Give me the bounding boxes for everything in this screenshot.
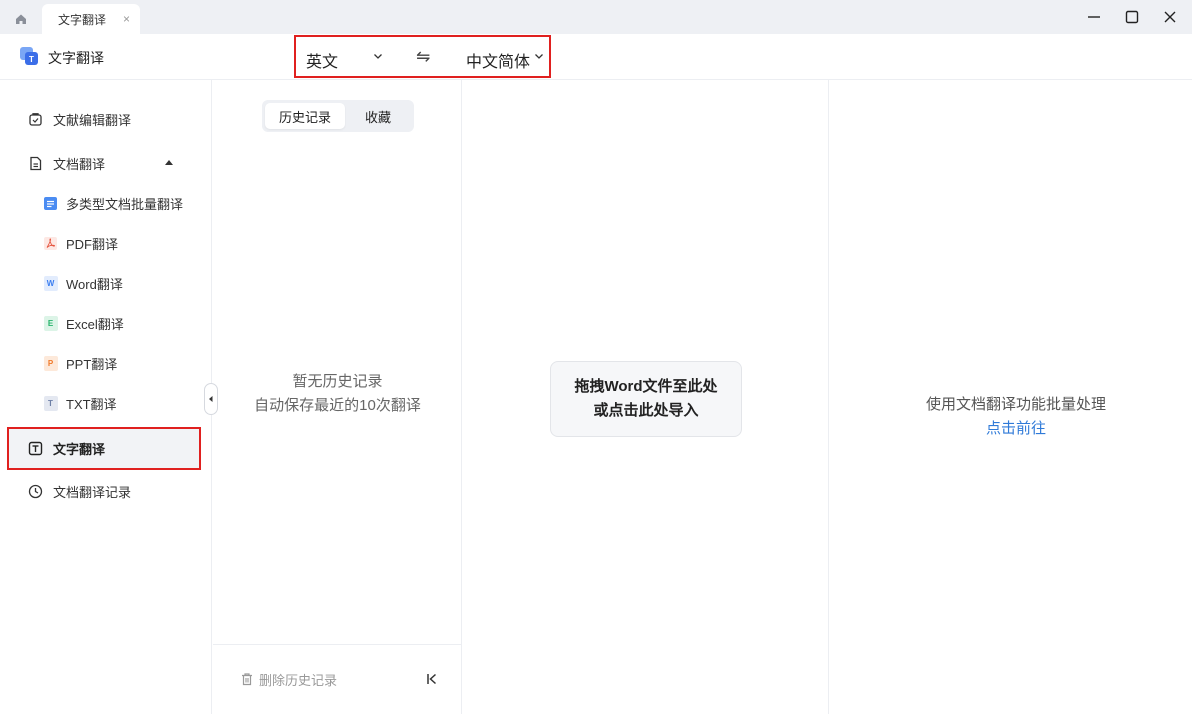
sidebar-item-literature-edit[interactable]: 文献编辑翻译 [0, 99, 212, 139]
sidebar-item-label: 多类型文档批量翻译 [66, 196, 184, 212]
collapse-panel-icon[interactable] [425, 672, 439, 686]
svg-text:T: T [29, 55, 34, 64]
chevron-down-icon[interactable] [372, 50, 384, 62]
highlight-frame [7, 427, 201, 470]
empty-history-subtitle: 自动保存最近的10次翻译 [254, 397, 421, 414]
caret-up-icon[interactable] [165, 160, 173, 165]
home-tab[interactable] [6, 4, 36, 34]
drop-zone-line2: 或点击此处导入 [593, 402, 699, 419]
ppt-icon: P [43, 355, 58, 371]
sidebar-item-txt[interactable]: T TXT翻译 [0, 383, 212, 423]
maximize-icon [1125, 10, 1139, 24]
excel-icon: E [43, 315, 58, 331]
word-drop-zone[interactable]: 拖拽Word文件至此处 或点击此处导入 [550, 361, 742, 437]
sidebar-item-excel[interactable]: E Excel翻译 [0, 303, 212, 343]
trash-icon[interactable] [240, 672, 254, 686]
delete-history-button[interactable]: 删除历史记录 [259, 670, 337, 689]
sidebar-item-label: PPT翻译 [66, 356, 118, 372]
title-bar: 文字翻译 × [0, 0, 1192, 34]
document-icon [27, 155, 43, 171]
home-icon [16, 14, 26, 24]
minimize-icon [1088, 16, 1100, 18]
batch-hint-text: 使用文档翻译功能批量处理 [925, 396, 1106, 413]
batch-doc-icon [43, 196, 58, 211]
sidebar: 文献编辑翻译 文档翻译 多类型文档批量翻译 PDF翻译 W Word翻译 E E… [0, 80, 212, 714]
maximize-button[interactable] [1118, 4, 1146, 30]
sidebar-item-label: 文档翻译 [53, 156, 106, 172]
language-selector: 英文 ⇋ 中文简体 [294, 35, 551, 78]
minimize-button[interactable] [1080, 4, 1108, 30]
sidebar-item-label: 文档翻译记录 [53, 484, 132, 500]
sidebar-item-doc-history[interactable]: 文档翻译记录 [0, 471, 212, 511]
app-header: T 文字翻译 英文 ⇋ 中文简体 [0, 34, 1192, 80]
result-panel: 使用文档翻译功能批量处理 点击前往 [830, 80, 1192, 714]
history-panel: 历史记录 收藏 暂无历史记录 自动保存最近的10次翻译 删除历史记录 [213, 80, 462, 714]
sidebar-item-word[interactable]: W Word翻译 [0, 263, 212, 303]
empty-history-title: 暂无历史记录 [292, 373, 383, 390]
sidebar-item-doc-translate[interactable]: 文档翻译 [0, 143, 212, 183]
sidebar-item-pdf[interactable]: PDF翻译 [0, 223, 212, 263]
sidebar-item-batch-doc[interactable]: 多类型文档批量翻译 [0, 183, 212, 223]
tab-label: 文字翻译 [58, 12, 107, 27]
word-icon: W [43, 275, 58, 291]
app-title: 文字翻译 [48, 50, 104, 66]
close-button[interactable] [1156, 4, 1184, 30]
drop-zone-line1: 拖拽Word文件至此处 [574, 378, 718, 395]
sidebar-item-label: Word翻译 [66, 276, 123, 292]
sidebar-item-label: TXT翻译 [66, 396, 117, 412]
document-edit-icon [27, 111, 43, 127]
go-to-link[interactable]: 点击前往 [830, 417, 1192, 438]
pdf-icon [43, 236, 58, 251]
sidebar-item-label: PDF翻译 [66, 236, 119, 252]
history-footer: 删除历史记录 [213, 644, 462, 714]
tab-favorites[interactable]: 收藏 [343, 103, 413, 129]
sidebar-item-ppt[interactable]: P PPT翻译 [0, 343, 212, 383]
clock-icon [27, 483, 43, 499]
sidebar-item-label: Excel翻译 [66, 316, 124, 332]
sidebar-item-label: 文献编辑翻译 [53, 112, 132, 128]
source-language-select[interactable]: 英文 [306, 48, 338, 72]
swap-language-icon[interactable]: ⇋ [416, 47, 430, 67]
app-logo-icon: T [20, 47, 38, 65]
txt-icon: T [43, 395, 58, 411]
chevron-down-icon[interactable] [533, 50, 545, 62]
tab-history[interactable]: 历史记录 [265, 103, 345, 129]
target-language-select[interactable]: 中文简体 [466, 48, 530, 72]
tab-close-icon[interactable]: × [123, 12, 130, 26]
source-panel: 拖拽Word文件至此处 或点击此处导入 [463, 80, 829, 714]
history-tabs: 历史记录 收藏 [262, 100, 414, 132]
close-icon [1164, 11, 1176, 23]
tab-text-translate[interactable]: 文字翻译 × [42, 4, 140, 34]
